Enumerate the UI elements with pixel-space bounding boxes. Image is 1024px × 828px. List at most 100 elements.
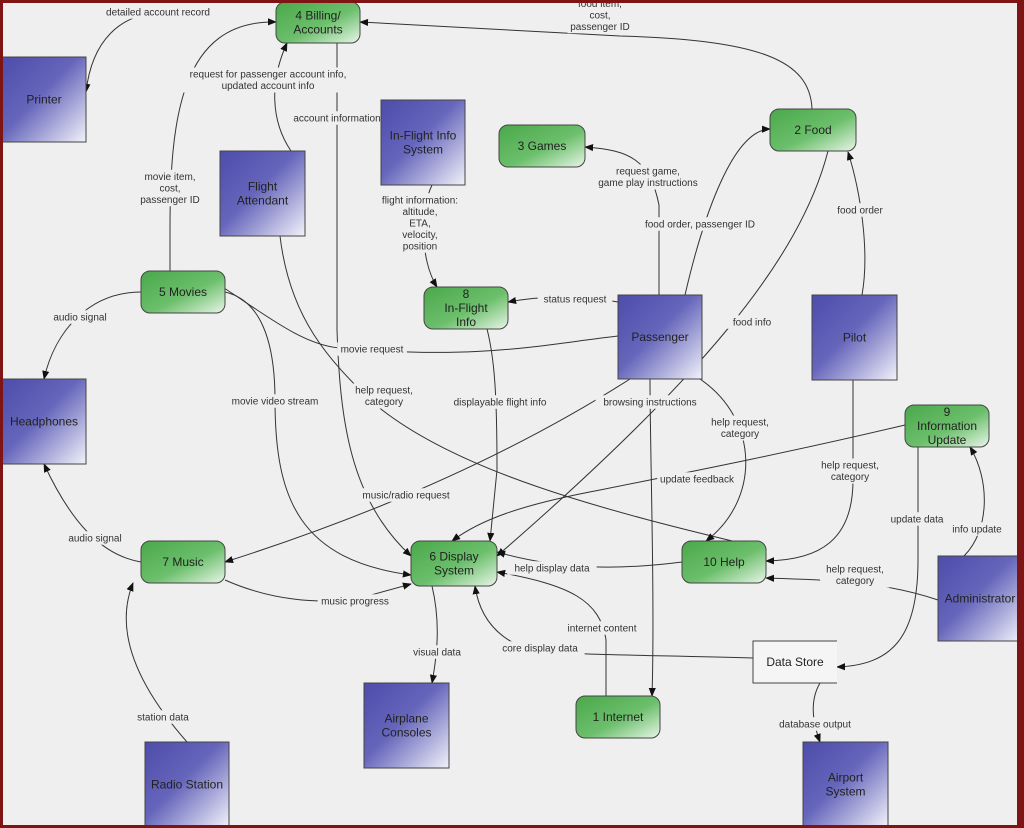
node-label: Administrator — [945, 592, 1016, 606]
flow-label: help request,category — [815, 458, 885, 484]
flow-label: movie item,cost,passenger ID — [137, 169, 203, 207]
flow-label: food info — [726, 315, 778, 329]
flow-label-text: flight information: — [382, 195, 458, 206]
flow-label-text: movie video stream — [232, 396, 319, 407]
node-label: System — [434, 564, 474, 578]
entity-passenger[interactable]: Passenger — [617, 294, 703, 380]
flow-label: browsing instructions — [595, 395, 705, 409]
flow-arrow-help-request-category — [699, 378, 747, 542]
node-label: 9 — [944, 405, 951, 419]
entity-printer[interactable]: Printer — [3, 56, 87, 143]
process-3-games[interactable]: 3 Games — [498, 124, 586, 168]
flow-arrow-audio-signal — [42, 291, 142, 380]
process-2-food[interactable]: 2 Food — [769, 108, 857, 152]
flow-label: core display data — [495, 641, 585, 655]
flow-label: audio signal — [47, 310, 113, 324]
data-store[interactable]: Data Store — [752, 640, 837, 684]
flow-label: help display data — [507, 561, 597, 575]
flow-label: movie video stream — [227, 394, 323, 408]
flow-label: movie request — [337, 342, 407, 356]
entity-airport-system[interactable]: AirportSystem — [802, 741, 889, 825]
flow-label-text: help request, — [821, 461, 879, 472]
flow-label: music progress — [317, 594, 393, 608]
process-7-music[interactable]: 7 Music — [140, 540, 226, 584]
flow-label-text: movie item, — [144, 172, 195, 183]
flow-label-text: altitude, — [402, 207, 437, 218]
node-label: 1 Internet — [593, 710, 644, 724]
node-label: Info — [456, 315, 476, 329]
flow-label-text: food item, — [578, 3, 622, 10]
flow-label-text: account information — [293, 113, 380, 124]
node-label: Information — [917, 419, 977, 433]
entity-administrator[interactable]: Administrator — [937, 555, 1017, 642]
flow-label: help request,category — [820, 562, 890, 588]
node-label: 10 Help — [703, 555, 745, 569]
process-6-display-system[interactable]: 6 DisplaySystem — [410, 540, 498, 587]
process-10-help[interactable]: 10 Help — [681, 540, 767, 584]
entity-headphones[interactable]: Headphones — [3, 378, 87, 465]
flow-label-text: request game, — [616, 167, 680, 178]
node-label: System — [825, 785, 865, 799]
entity-airplane-consoles[interactable]: AirplaneConsoles — [363, 682, 450, 769]
flow-label-text: music/radio request — [362, 490, 449, 501]
node-label: Flight — [248, 180, 278, 194]
flow-arrow-database-output — [812, 682, 821, 743]
flow-label-text: cost, — [589, 10, 610, 21]
flow-label: update data — [887, 512, 947, 526]
node-label: Radio Station — [151, 778, 223, 792]
flow-label: food order — [832, 203, 888, 217]
flow-label-text: audio signal — [53, 312, 106, 323]
node-label: Consoles — [381, 726, 431, 740]
flow-label: request for passenger account info,updat… — [179, 67, 357, 93]
flow-label-text: browsing instructions — [603, 397, 696, 408]
flow-label: audio signal — [62, 531, 128, 545]
flow-label-text: visual data — [413, 647, 461, 658]
flow-label: internet content — [559, 621, 645, 635]
process-5-movies[interactable]: 5 Movies — [140, 270, 226, 314]
flow-label-text: velocity, — [402, 230, 437, 241]
flow-arrow-browsing-instructions — [648, 378, 656, 697]
flow-arrow-food-order — [847, 151, 866, 296]
flow-label-text: game play instructions — [598, 178, 698, 189]
flow-arrow-visual-data — [429, 585, 438, 684]
flow-label: station data — [130, 710, 196, 724]
process-1-internet[interactable]: 1 Internet — [575, 695, 661, 739]
flow-label: detailed account record — [98, 5, 218, 19]
diagram-canvas: detailed account record food item, cost, pa… — [3, 3, 1017, 825]
entity-radio-station[interactable]: Radio Station — [144, 741, 230, 825]
flow-label-text: audio signal — [68, 533, 121, 544]
flow-label-text: help request, — [711, 418, 769, 429]
entity-flight-attendant[interactable]: FlightAttendant — [219, 150, 306, 237]
flow-arrow-food-item-cost-passenger-id — [359, 18, 813, 110]
flow-label-text: request for passenger account info, — [190, 70, 347, 81]
flow-label-text: displayable flight info — [454, 397, 547, 408]
flow-label: account information — [287, 111, 387, 125]
process-9-information-update[interactable]: 9InformationUpdate — [904, 404, 990, 448]
flow-arrow-info-update — [963, 446, 985, 557]
node-label: Printer — [26, 93, 61, 107]
process-8-in-flight-info[interactable]: 8In-FlightInfo — [423, 286, 509, 330]
flow-label: status request — [537, 292, 613, 306]
flow-arrow-detailed-account-record — [83, 11, 161, 93]
node-label: Update — [928, 433, 967, 447]
flow-label-text: help request, — [826, 565, 884, 576]
node-label: Attendant — [237, 194, 289, 208]
flow-label: update feedback — [657, 472, 737, 486]
node-label: 8 — [463, 287, 470, 301]
node-label: 2 Food — [794, 123, 831, 137]
node-label: Headphones — [10, 415, 78, 429]
flow-label-text: updated account info — [222, 81, 315, 92]
entity-pilot[interactable]: Pilot — [811, 294, 898, 381]
entity-in-flight-info-system[interactable]: In-Flight InfoSystem — [380, 99, 466, 186]
node-label: In-Flight — [444, 301, 488, 315]
node-label: System — [403, 143, 443, 157]
process-4-billing-accounts[interactable]: 4 Billing/Accounts — [275, 3, 361, 44]
flow-label: help request,category — [705, 415, 775, 441]
flow-label-text: category — [365, 397, 403, 408]
flow-label-text: movie request — [341, 344, 404, 355]
node-label: In-Flight Info — [390, 129, 457, 143]
flow-label: help request,category — [349, 383, 419, 409]
flow-label-text: passenger ID — [570, 22, 629, 33]
data-store-label: Data Store — [766, 655, 824, 669]
node-label: Pilot — [843, 331, 867, 345]
